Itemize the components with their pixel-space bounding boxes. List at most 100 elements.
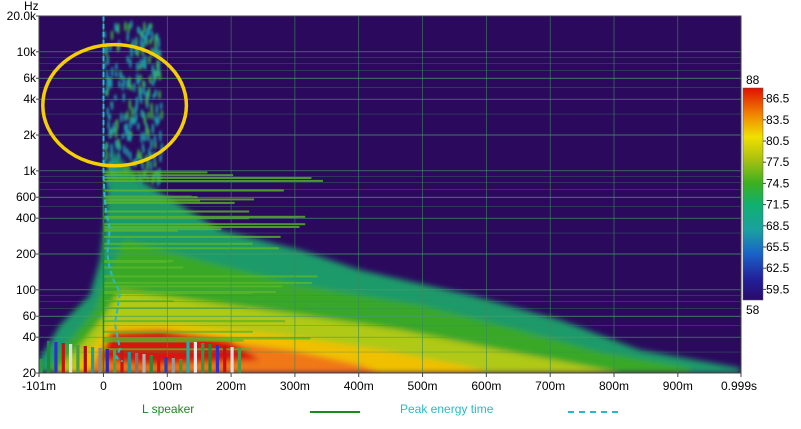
- comb-streak-mark: [103, 179, 323, 182]
- low-frequency-bar: [230, 347, 234, 373]
- speckle-mark: [139, 87, 143, 96]
- low-frequency-bar: [47, 341, 51, 373]
- speckle-mark: [149, 74, 152, 85]
- y-tick-label: 400: [16, 211, 36, 225]
- comb-streak-mark: [103, 242, 253, 245]
- low-frequency-bar: [186, 341, 190, 373]
- colorbar-tick-label: 80.5: [766, 134, 790, 148]
- speckle-mark: [105, 149, 108, 161]
- x-tick-label: -101m: [22, 379, 56, 393]
- comb-streak-mark: [103, 348, 251, 351]
- speckle-mark: [145, 124, 149, 135]
- comb-streak-mark: [103, 226, 300, 228]
- speckle-mark: [137, 148, 140, 160]
- low-frequency-bar: [91, 347, 95, 373]
- colorbar-max-label: 88: [746, 73, 760, 87]
- speckle-mark: [155, 103, 158, 115]
- speckle-mark: [114, 139, 118, 149]
- speckle-mark: [110, 101, 114, 111]
- speckle-mark: [143, 132, 147, 142]
- speckle-mark: [121, 132, 125, 140]
- y-tick-label: 600: [16, 190, 36, 204]
- speckle-mark: [150, 138, 153, 151]
- speckle-mark: [137, 122, 140, 131]
- speckle-mark: [146, 161, 149, 172]
- comb-streak-mark: [103, 275, 318, 278]
- speckle-mark: [114, 94, 117, 101]
- speckle-mark: [110, 151, 113, 159]
- y-axis-unit: Hz: [24, 0, 39, 13]
- speckle-mark: [136, 25, 140, 34]
- low-frequency-bar: [171, 358, 175, 373]
- colorbar-tick-label: 74.5: [766, 176, 790, 190]
- y-tick-label: 4k: [23, 92, 37, 106]
- speckle-mark: [108, 128, 111, 139]
- speckle-mark: [129, 151, 132, 161]
- x-tick-label: 700m: [535, 379, 565, 393]
- x-tick-label: 600m: [471, 379, 501, 393]
- chart-svg: -101m 0 100m 200m 300m 400m 500m 600m 700m 800m 90…: [7, 0, 790, 393]
- speckle-mark: [143, 21, 146, 33]
- low-frequency-bar: [83, 346, 87, 373]
- speckle-mark: [141, 162, 144, 170]
- speckle-mark: [157, 37, 160, 49]
- speckle-mark: [158, 70, 162, 81]
- comb-streak-mark: [103, 285, 283, 288]
- low-frequency-bar: [223, 346, 227, 373]
- speckle-mark: [154, 70, 157, 81]
- low-frequency-bar: [237, 348, 241, 373]
- speckle-mark: [146, 27, 149, 37]
- legend-line-l-speaker: [310, 411, 360, 413]
- y-tick-label: 6k: [23, 71, 37, 85]
- comb-streak-mark: [103, 229, 178, 232]
- comb-streak-mark: [103, 266, 184, 269]
- low-frequency-bar: [98, 348, 102, 373]
- x-tick-label: 500m: [408, 379, 438, 393]
- comb-streak-mark: [103, 260, 174, 262]
- comb-streak-mark: [103, 189, 284, 192]
- speckle-mark: [142, 79, 145, 89]
- x-tick-label: 400m: [344, 379, 374, 393]
- speckle-mark: [160, 109, 163, 120]
- y-tick-label: 60: [23, 309, 37, 323]
- y-tick-label: 1k: [23, 164, 37, 178]
- speckle-mark: [127, 22, 130, 34]
- colorbar-min-label: 58: [746, 303, 760, 317]
- x-tick-label: 100m: [152, 379, 182, 393]
- low-frequency-bar: [69, 344, 73, 373]
- speckle-mark: [123, 144, 126, 155]
- speckle-mark: [104, 89, 107, 96]
- speckle-mark: [152, 93, 155, 100]
- speckle-mark: [118, 80, 121, 89]
- x-axis: -101m 0 100m 200m 300m 400m 500m 600m 700m 800m 90…: [22, 373, 757, 393]
- colorbar-tick-label: 77.5: [766, 155, 790, 169]
- comb-streak-mark: [103, 330, 253, 333]
- speckle-mark: [151, 79, 155, 87]
- speckle-mark: [124, 21, 127, 32]
- legend: L speaker Peak energy time: [0, 402, 801, 420]
- speckle-mark: [150, 102, 153, 114]
- low-frequency-bar: [215, 345, 219, 373]
- speckle-mark: [149, 160, 153, 172]
- low-frequency-bar: [164, 357, 168, 373]
- comb-streak-mark: [103, 320, 286, 323]
- x-tick-label: 0: [100, 379, 107, 393]
- comb-streak-mark: [103, 210, 250, 213]
- x-tick-label: 800m: [599, 379, 629, 393]
- speckle-mark: [159, 153, 162, 163]
- speckle-mark: [117, 138, 121, 149]
- speckle-mark: [129, 134, 132, 142]
- comb-streak-mark: [103, 198, 255, 201]
- waterfall-chart: -101m 0 100m 200m 300m 400m 500m 600m 700m 800m 90…: [0, 0, 801, 424]
- speckle-mark: [147, 111, 150, 120]
- speckle-mark: [140, 131, 143, 144]
- low-frequency-bar: [127, 352, 131, 373]
- colorbar-tick-label: 65.5: [766, 240, 790, 254]
- speckle-mark: [104, 142, 108, 151]
- comb-streak-mark: [103, 201, 235, 204]
- speckle-mark: [159, 130, 162, 142]
- speckle-mark: [128, 98, 132, 111]
- speckle-mark: [156, 60, 159, 71]
- colorbar-tick-label: 68.5: [766, 219, 790, 233]
- speckle-mark: [105, 69, 109, 82]
